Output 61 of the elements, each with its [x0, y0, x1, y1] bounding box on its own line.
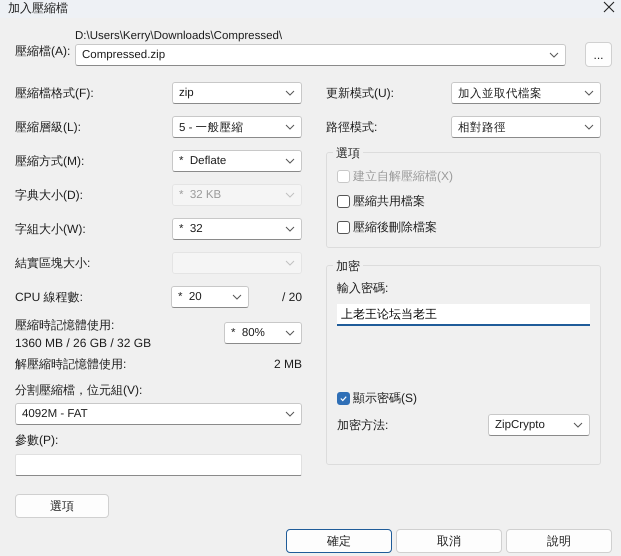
- folder-path: D:\Users\Kerry\Downloads\Compressed\: [75, 30, 284, 42]
- field-label: 壓縮方式(M):: [15, 152, 84, 170]
- chevron-down-icon: [232, 294, 242, 300]
- dropdown[interactable]: * Deflate: [172, 150, 302, 172]
- chevron-down-icon: [285, 192, 295, 198]
- checkbox[interactable]: [337, 392, 350, 404]
- window-title: 加入壓縮檔: [8, 1, 68, 15]
- field-label: 字組大小(W):: [15, 220, 86, 238]
- dialog-button[interactable]: 取消: [396, 529, 502, 553]
- chevron-down-icon: [573, 422, 583, 428]
- memory-value: 2 MB: [274, 357, 302, 371]
- dropdown[interactable]: * 20: [171, 286, 249, 308]
- browse-button[interactable]: ...: [585, 42, 612, 67]
- field-label: CPU 線程數:: [15, 288, 84, 306]
- checkbox[interactable]: [337, 195, 350, 208]
- checkbox-label: 壓縮共用檔案: [353, 193, 425, 210]
- dropdown[interactable]: * 32: [172, 218, 302, 240]
- dropdown[interactable]: zip: [172, 82, 302, 104]
- field-label: 結實區塊大小:: [15, 254, 90, 272]
- chevron-down-icon: [285, 260, 295, 266]
- field-label: 加密方法:: [337, 416, 388, 434]
- field-label: 壓縮檔格式(F):: [15, 84, 94, 102]
- memory-detail: 1360 MB / 26 GB / 32 GB: [15, 336, 152, 350]
- chevron-down-icon: [285, 330, 295, 336]
- dialog-button[interactable]: 確定: [286, 529, 392, 553]
- checkbox-label: 顯示密碼(S): [353, 390, 417, 406]
- thread-total: / 20: [280, 290, 302, 304]
- field-label: 字典大小(D):: [15, 186, 83, 204]
- chevron-down-icon: [285, 90, 295, 96]
- field-label: 解壓縮時記憶體使用:: [15, 356, 126, 372]
- checkbox-label: 壓縮後刪除檔案: [353, 218, 437, 236]
- checkbox-label: 建立自解壓縮檔(X): [353, 168, 453, 186]
- dialog-button[interactable]: 說明: [506, 529, 612, 553]
- group-title: 選項: [333, 145, 363, 162]
- field-label: 分割壓縮檔，位元組(V):: [15, 382, 144, 399]
- dropdown[interactable]: Compressed.zip: [75, 44, 566, 66]
- field-label: 參數(P):: [15, 432, 60, 449]
- password-field[interactable]: 上老王论坛当老王: [337, 304, 590, 326]
- field-label: 壓縮檔(A):: [15, 43, 72, 60]
- field-label: 壓縮時記憶體使用:: [15, 316, 116, 334]
- dropdown[interactable]: ZipCrypto: [488, 414, 590, 436]
- dropdown[interactable]: 加入並取代檔案: [451, 82, 601, 104]
- field-label: 路徑模式:: [326, 118, 378, 136]
- dropdown[interactable]: 5 - 一般壓縮: [172, 116, 302, 138]
- chevron-down-icon: [285, 124, 295, 130]
- checkbox[interactable]: [337, 220, 350, 234]
- field-label: 更新模式(U):: [326, 84, 394, 102]
- chevron-down-icon: [285, 226, 295, 232]
- input-field[interactable]: [15, 454, 302, 476]
- field-label: 輸入密碼:: [337, 280, 390, 297]
- options-button[interactable]: 選項: [15, 494, 109, 518]
- dropdown[interactable]: * 80%: [224, 322, 302, 344]
- dropdown[interactable]: 4092M - FAT: [15, 403, 302, 425]
- chevron-down-icon: [285, 411, 295, 417]
- chevron-down-icon: [584, 124, 594, 130]
- chevron-down-icon: [549, 52, 559, 58]
- chevron-down-icon: [285, 158, 295, 164]
- chevron-down-icon: [584, 90, 594, 96]
- check-icon: [339, 394, 348, 402]
- dropdown[interactable]: 相對路徑: [451, 116, 601, 138]
- field-label: 壓縮層級(L):: [15, 118, 81, 136]
